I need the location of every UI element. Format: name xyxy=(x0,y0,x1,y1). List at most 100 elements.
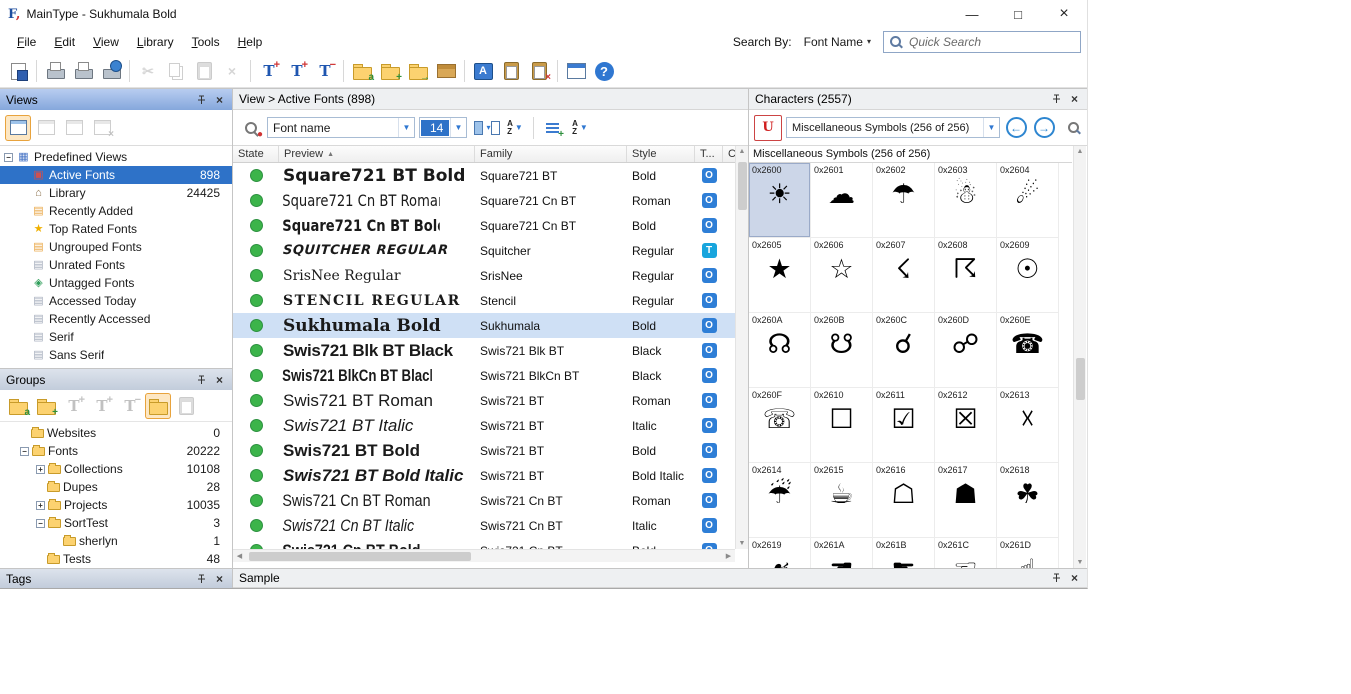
views-tree-item[interactable]: ▤Unrated Fonts xyxy=(0,256,232,274)
scroll-right-icon[interactable]: ▶ xyxy=(722,550,735,562)
font-size-combo[interactable]: 14 ▼ xyxy=(419,117,467,138)
menu-item-view[interactable]: View xyxy=(84,31,128,53)
groups-tree-item[interactable]: Tests48 xyxy=(0,550,232,568)
scroll-down-icon[interactable]: ▼ xyxy=(736,540,748,547)
menu-item-tools[interactable]: Tools xyxy=(183,31,229,53)
character-cell[interactable]: 0x260E☎ xyxy=(997,313,1059,388)
font-row[interactable]: Swis721 Cn BT RomanSwis721 Cn BTRomanO xyxy=(233,488,735,513)
font-row[interactable]: Swis721 Blk BT BlackSwis721 Blk BTBlackO xyxy=(233,338,735,363)
tree-expander-icon[interactable]: − xyxy=(36,519,45,528)
scrollbar-thumb[interactable] xyxy=(249,552,471,561)
character-cell[interactable]: 0x260A☊ xyxy=(749,313,811,388)
character-cell[interactable]: 0x2605★ xyxy=(749,238,811,313)
search-by-dropdown[interactable]: Font Name ▾ xyxy=(800,33,875,51)
character-cell[interactable]: 0x2619☙ xyxy=(749,538,811,568)
scroll-up-icon[interactable]: ▲ xyxy=(1074,148,1086,155)
views-tree-item[interactable]: ▤Recently Accessed xyxy=(0,310,232,328)
character-cell[interactable]: 0x2613☓ xyxy=(997,388,1059,463)
groups-tree-item[interactable]: −Fonts20222 xyxy=(0,442,232,460)
views-tree-item[interactable]: ▣Active Fonts898 xyxy=(0,166,232,184)
character-cell[interactable]: 0x2616☖ xyxy=(873,463,935,538)
groups-tree-item[interactable]: −SortTest3 xyxy=(0,514,232,532)
close-panel-icon[interactable]: × xyxy=(212,92,227,107)
character-cell[interactable]: 0x2607☇ xyxy=(873,238,935,313)
font-name-combo[interactable]: Font name ▼ xyxy=(267,117,415,138)
menu-item-file[interactable]: File xyxy=(8,31,45,53)
groups-tree-item[interactable]: sherlyn1 xyxy=(0,532,232,550)
add-group-icon[interactable]: a xyxy=(5,393,31,419)
tree-expander-icon[interactable]: + xyxy=(36,501,45,510)
load-font-icon[interactable]: T+ xyxy=(284,58,310,84)
character-cell[interactable]: 0x2604☄ xyxy=(997,163,1059,238)
font-row[interactable]: Sukhumala BoldSukhumalaBoldO xyxy=(233,313,735,338)
font-row[interactable]: Squitcher RegularSquitcherRegularT xyxy=(233,238,735,263)
column-header-state[interactable]: State xyxy=(233,146,279,162)
new-subgroup-icon[interactable]: + xyxy=(33,393,59,419)
pin-icon[interactable] xyxy=(194,372,209,387)
character-cell[interactable]: 0x261A☚ xyxy=(811,538,873,568)
sample-text-icon[interactable]: + xyxy=(539,115,565,141)
install-font-icon[interactable]: T+ xyxy=(256,58,282,84)
views-tree-item[interactable]: ◈Untagged Fonts xyxy=(0,274,232,292)
pin-icon[interactable] xyxy=(194,571,209,586)
menu-item-help[interactable]: Help xyxy=(229,31,272,53)
next-block-button[interactable]: → xyxy=(1031,115,1057,141)
character-cell[interactable]: 0x2601☁ xyxy=(811,163,873,238)
new-group-icon[interactable]: a xyxy=(349,58,375,84)
close-button[interactable]: × xyxy=(1041,0,1087,28)
column-header-style[interactable]: Style xyxy=(627,146,695,162)
scrollbar-thumb[interactable] xyxy=(1076,358,1085,400)
character-cell[interactable]: 0x2608☈ xyxy=(935,238,997,313)
auto-show-group-icon[interactable] xyxy=(145,393,171,419)
tags-panel-header[interactable]: Tags × xyxy=(0,568,232,588)
scroll-up-icon[interactable]: ▲ xyxy=(736,148,748,155)
font-row[interactable]: Swis721 BlkCn BT BlackSwis721 BlkCn BTBl… xyxy=(233,363,735,388)
character-cell[interactable]: 0x261D☝ xyxy=(997,538,1059,568)
characters-panel-header[interactable]: Characters (2557) × xyxy=(749,88,1087,110)
views-tree-item[interactable]: ▤Recently Added xyxy=(0,202,232,220)
character-cell[interactable]: 0x2606☆ xyxy=(811,238,873,313)
column-header-preview[interactable]: Preview▲ xyxy=(279,146,475,162)
paste-special-icon[interactable]: × xyxy=(526,58,552,84)
font-row[interactable]: Swis721 BT RomanSwis721 BTRomanO xyxy=(233,388,735,413)
character-cell[interactable]: 0x261C☜ xyxy=(935,538,997,568)
close-panel-icon[interactable]: × xyxy=(212,372,227,387)
character-cell[interactable]: 0x260B☋ xyxy=(811,313,873,388)
character-cell[interactable]: 0x2600☀ xyxy=(749,163,811,238)
menu-item-library[interactable]: Library xyxy=(128,31,183,53)
views-tree-item[interactable]: ▤Serif xyxy=(0,328,232,346)
font-row[interactable]: Swis721 BT BoldSwis721 BTBoldO xyxy=(233,438,735,463)
groups-tree-item[interactable]: Dupes28 xyxy=(0,478,232,496)
tree-expander-icon[interactable]: − xyxy=(20,447,29,456)
scrollbar-thumb[interactable] xyxy=(738,162,747,210)
views-tree-item[interactable]: ▤Sans Serif xyxy=(0,346,232,364)
fontlist-vertical-scrollbar[interactable]: ▲ ▼ xyxy=(735,146,748,549)
tree-expander-icon[interactable]: − xyxy=(4,153,13,162)
character-cell[interactable]: 0x2614☔ xyxy=(749,463,811,538)
font-row[interactable]: Square721 Cn BT RomanSquare721 Cn BTRoma… xyxy=(233,188,735,213)
unload-font-icon[interactable]: T− xyxy=(312,58,338,84)
copy-font-info-icon[interactable] xyxy=(498,58,524,84)
characters-vertical-scrollbar[interactable]: ▲ ▼ xyxy=(1073,146,1086,568)
character-cell[interactable]: 0x2602☂ xyxy=(873,163,935,238)
column-header-family[interactable]: Family xyxy=(475,146,627,162)
character-cell[interactable]: 0x2611☑ xyxy=(873,388,935,463)
groups-panel-header[interactable]: Groups × xyxy=(0,368,232,390)
font-row[interactable]: Square721 Cn BT BoldSquare721 Cn BTBoldO xyxy=(233,213,735,238)
minimize-button[interactable]: — xyxy=(949,0,995,28)
export-group-icon[interactable]: → xyxy=(405,58,431,84)
character-cell[interactable]: 0x2612☒ xyxy=(935,388,997,463)
print-icon[interactable] xyxy=(70,58,96,84)
column-header-t[interactable]: T... xyxy=(695,146,723,162)
zoom-characters-icon[interactable] xyxy=(1060,115,1086,141)
character-cell[interactable]: 0x2603☃ xyxy=(935,163,997,238)
groups-tree-item[interactable]: Websites0 xyxy=(0,424,232,442)
maximize-button[interactable]: □ xyxy=(995,0,1041,28)
help-icon[interactable]: ? xyxy=(591,58,617,84)
pin-icon[interactable] xyxy=(194,92,209,107)
scroll-down-icon[interactable]: ▼ xyxy=(1074,559,1086,566)
print-preview-icon[interactable] xyxy=(42,58,68,84)
character-cell[interactable]: 0x2617☗ xyxy=(935,463,997,538)
close-panel-icon[interactable]: × xyxy=(212,571,227,586)
add-to-group-icon[interactable]: + xyxy=(377,58,403,84)
